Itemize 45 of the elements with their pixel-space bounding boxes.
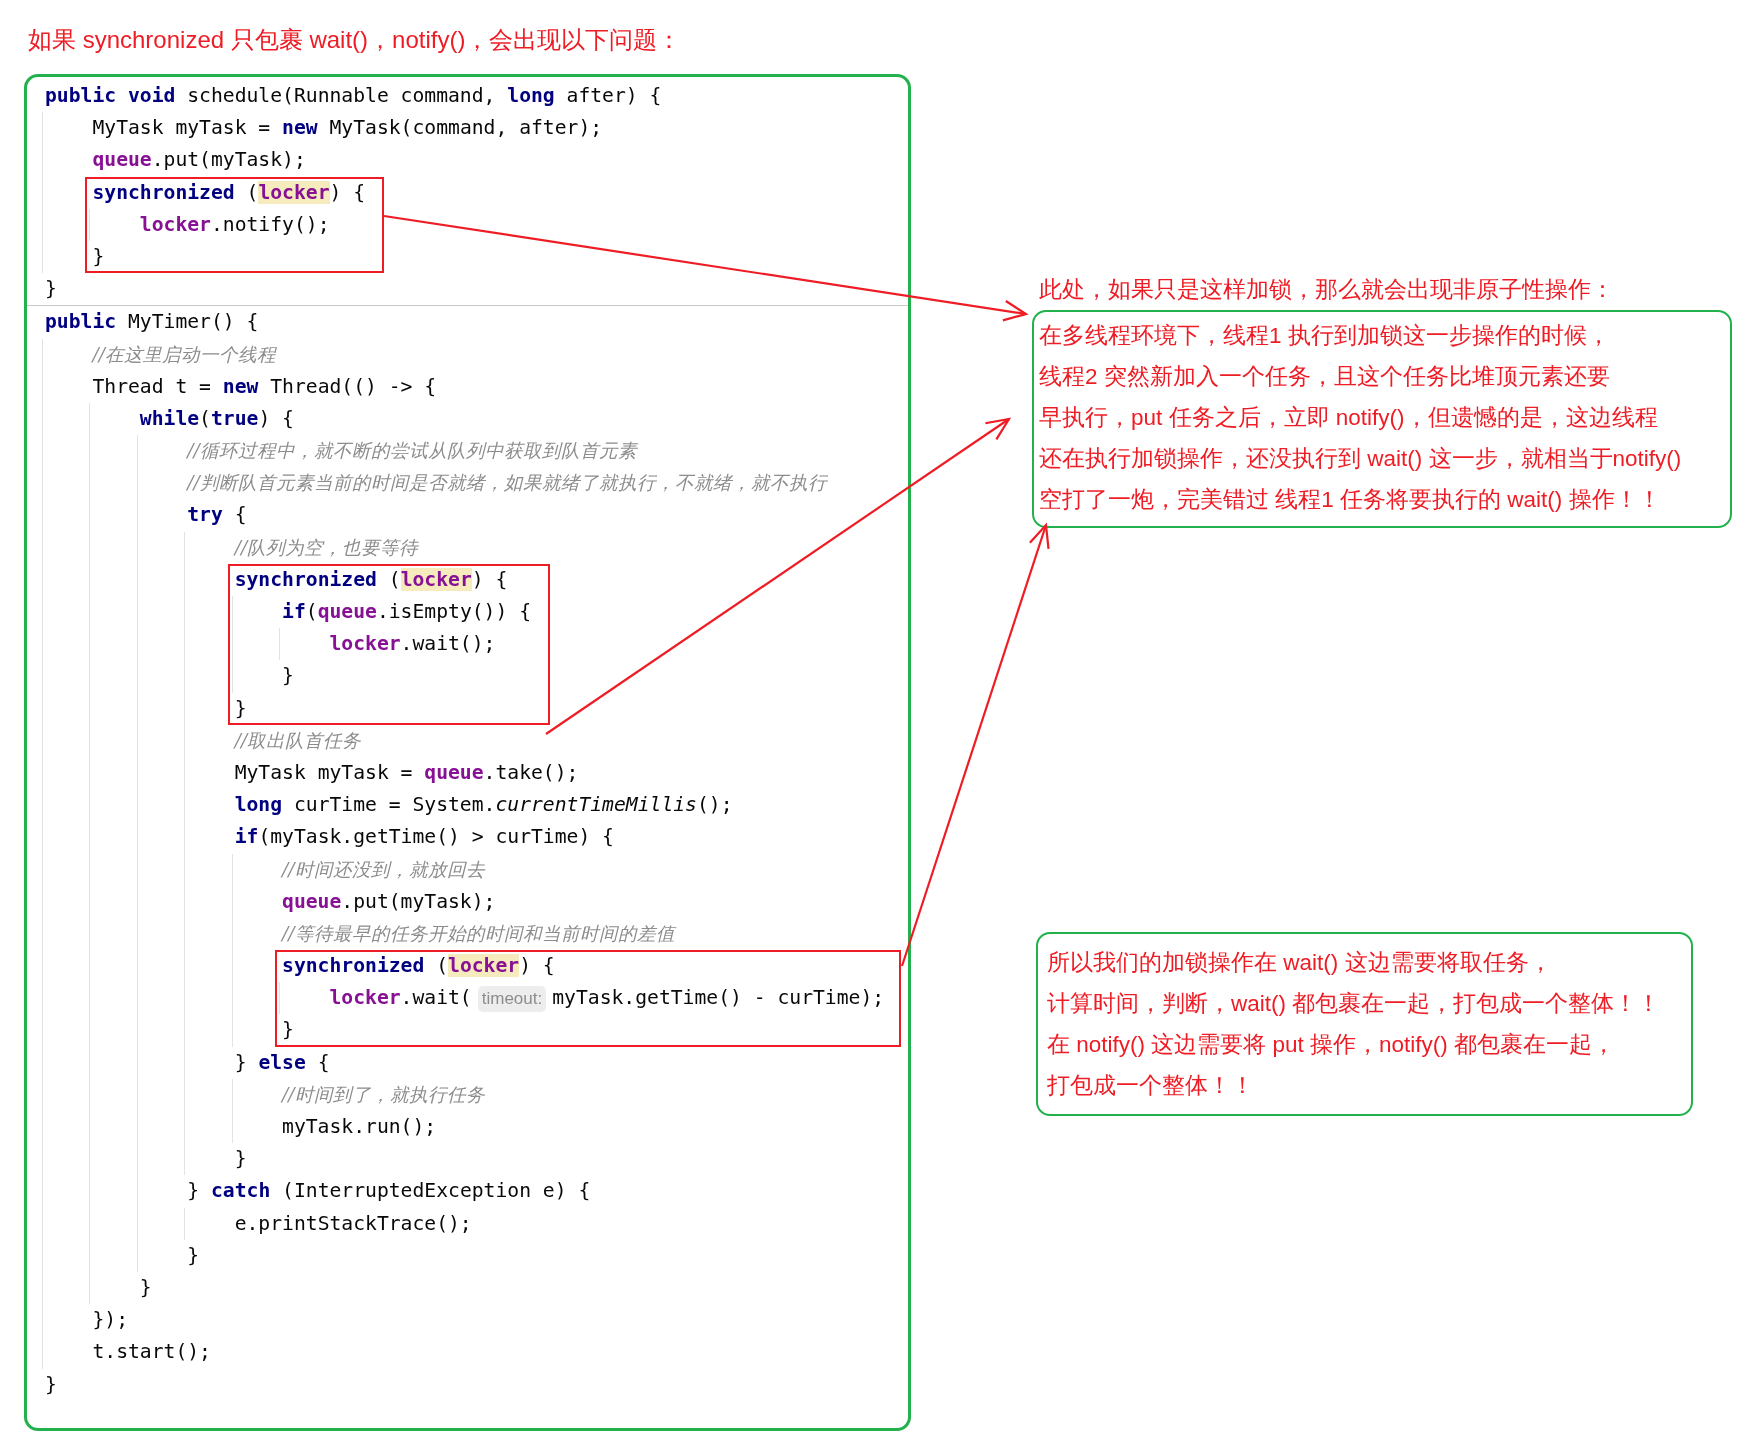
code-comment: //判断队首元素当前的时间是否就绪，如果就绪了就执行，不就绪，就不执行 [187,471,827,495]
code-line: } catch (InterruptedException e) { [187,1179,591,1203]
code-line: } [45,1372,57,1396]
code-line: public void schedule(Runnable command, long after) { [45,84,662,107]
code-line: synchronized (locker) { [282,954,555,978]
code-line: MyTask myTask = new MyTask(command, after); [92,116,603,140]
code-line: e.printStackTrace(); [234,1211,472,1235]
code-line: if(myTask.getTime() > curTime) { [234,825,614,849]
code-line: locker.wait(); [329,632,496,656]
code-comment: //时间还没到，就放回去 [282,857,485,881]
annotation-title: 如果 synchronized 只包裹 wait()，notify()，会出现以下问题： [28,25,682,55]
code-line: myTask.run(); [282,1115,437,1138]
code-comment: //在这里启动一个线程 [92,342,276,366]
code-line: } [187,1243,200,1267]
code-line: } [234,696,247,720]
code-line: queue.put(myTask); [282,889,496,913]
code-line: synchronized (locker) { [92,180,366,204]
code-line: try { [187,503,247,527]
code-line: locker.wait( timeout: myTask.getTime() - curTime); [329,986,885,1010]
annotation-text: 在多线程环境下，线程1 执行到加锁这一步操作的时候， 线程2 突然新加入一个任务，且这个任务比堆顶元素还要 早执行，put 任务之后，立即 notify()，但遗憾的是，这边线程 还在执行加锁操作，还没执行到 wait() 这一步，就相当于notify() 空打了一炮，完美错过 线程1 任务将要执行的 wait() 操作！！ [1039,322,1683,514]
code-comment: //等待最早的任务开始的时间和当前时间的差值 [282,921,675,945]
code-line: long curTime = System.currentTimeMillis(); [234,793,733,817]
code-line: } else { [234,1050,330,1074]
code-line: MyTask myTask = queue.take(); [234,760,579,784]
code-line: public MyTimer() { [45,310,259,334]
code-line: } [92,244,105,268]
code-line: locker.notify(); [139,212,330,236]
code-line: if(queue.isEmpty()) { [282,600,531,623]
code-line: queue.put(myTask); [92,148,306,172]
code-line: } [282,1018,294,1042]
code-line: }); [92,1308,128,1332]
code-line: } [234,1147,247,1171]
code-comment: //时间到了，就执行任务 [282,1082,485,1106]
code-line: } [282,664,294,688]
code-comment: //循环过程中，就不断的尝试从队列中获取到队首元素 [187,439,637,463]
annotation-text: 所以我们的加锁操作在 wait() 这边需要将取任务， 计算时间，判断，wait() 都包裹在一起，打包成一个整体！！ 在 notify() 这边需要将 put 操作，notify() 都包裹在一起， 打包成一个整体！！ [1047,949,1662,1100]
annotation-heading: 此处，如果只是这样加锁，那么就会出现非原子性操作： [1039,276,1614,304]
code-line: } [45,277,57,301]
code-line: synchronized (locker) { [234,567,508,591]
code-line: } [139,1275,152,1299]
code-line: t.start(); [92,1340,211,1364]
code-line: Thread t = new Thread(() -> { [92,374,437,398]
code-line: while(true) { [139,406,294,430]
code-comment: //取出队首任务 [234,728,362,752]
code-comment: //队列为空，也要等待 [234,535,419,559]
